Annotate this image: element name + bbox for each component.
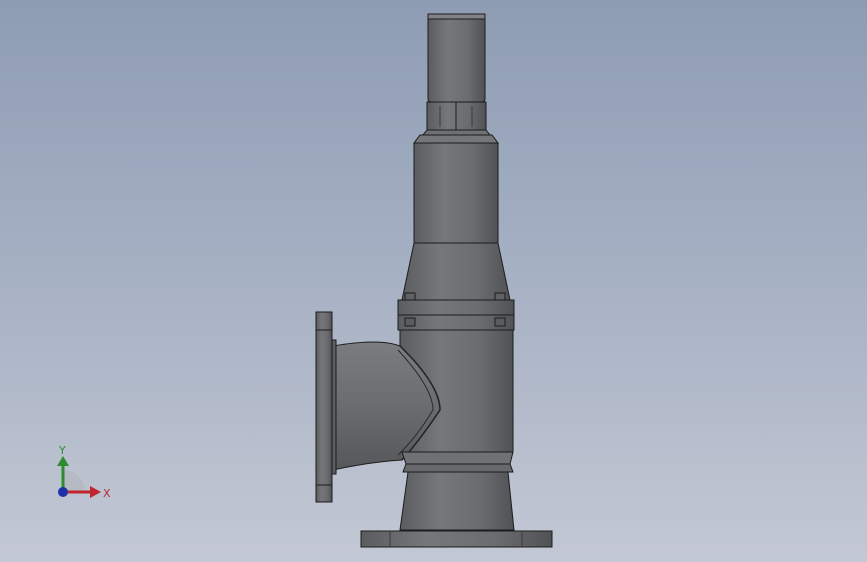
x-axis-label: X xyxy=(103,487,111,500)
bottom-flange[interactable] xyxy=(360,530,553,548)
lower-body[interactable] xyxy=(399,451,515,531)
valve-cap[interactable] xyxy=(427,13,486,103)
graphics-viewport[interactable]: Y X xyxy=(0,0,867,562)
x-arrow-head-icon xyxy=(90,486,101,498)
y-arrow-head-icon xyxy=(57,456,69,466)
bonnet[interactable] xyxy=(401,134,511,301)
side-flange[interactable] xyxy=(315,311,337,503)
hex-nut[interactable] xyxy=(421,101,492,136)
y-axis-label: Y xyxy=(58,444,66,457)
orientation-triad[interactable]: Y X xyxy=(50,442,160,512)
z-axis-dot-icon xyxy=(58,487,68,497)
